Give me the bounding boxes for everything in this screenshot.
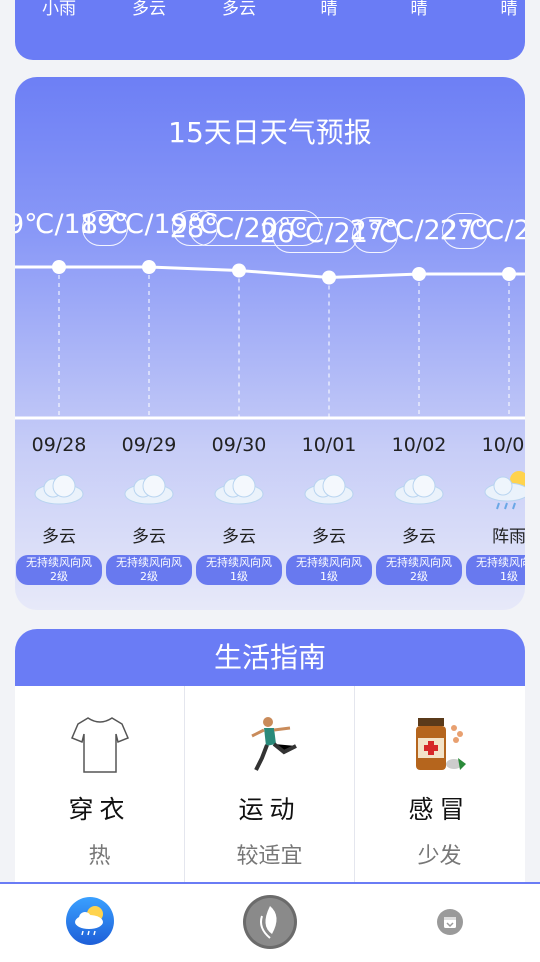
guide-value: 热: [88, 844, 111, 869]
wind-badge: 无持续风向风 2级: [106, 555, 192, 585]
day-date: 09/28: [31, 434, 87, 456]
temperature-trend-chart: [15, 260, 525, 420]
guide-value: 少发: [417, 844, 462, 869]
forecast-card[interactable]: 15天日天气预报 19℃/18℃ 19℃/19℃ 28℃/20℃ 26℃/21℃…: [15, 77, 525, 610]
temp-point: [502, 267, 516, 281]
wind-badge: 无持续风向风1级: [286, 555, 372, 585]
calendar-icon: [436, 909, 464, 940]
temp-point: [52, 260, 66, 274]
cloud-icon: [15, 468, 104, 508]
day-desc: 阵雨: [492, 527, 525, 547]
temp-point: [412, 267, 426, 281]
strip-label: 晴: [500, 0, 518, 19]
day-column[interactable]: 10/02 多云 无持续风向风 2级: [374, 432, 464, 585]
cloud-icon: [374, 468, 464, 508]
wind-badge: 无持续风向风 2级: [376, 555, 462, 585]
temp-point: [322, 270, 336, 285]
bottom-nav: [0, 882, 540, 962]
guide-title: 穿衣: [68, 795, 131, 824]
strip-label: 晴: [410, 0, 428, 19]
day-desc: 多云: [42, 527, 76, 547]
strip-label: 多云: [132, 0, 166, 19]
medicine-icon: [355, 714, 524, 776]
athlete-icon: [185, 714, 354, 776]
day-column[interactable]: 09/29 多云 无持续风向风 2级: [104, 432, 194, 585]
guide-value: 较适宜: [236, 844, 303, 869]
nav-life-button[interactable]: [242, 894, 298, 954]
day-column[interactable]: 10/03 阵雨 无持续风向风1级: [464, 432, 525, 585]
day-date: 10/02: [391, 434, 447, 456]
strip-label: 多云: [222, 0, 256, 19]
life-guide-title: 生活指南: [15, 629, 525, 686]
strip-label: 小雨: [42, 0, 76, 19]
shirt-icon: [15, 714, 184, 776]
guide-title: 感冒: [408, 795, 471, 824]
temp-label: 27℃/22℃: [439, 215, 525, 246]
temp-point: [232, 263, 246, 278]
hourly-strip-card: 小雨 多云 多云 晴 晴 晴: [15, 0, 525, 60]
strip-label: 晴: [320, 0, 338, 19]
wind-badge: 无持续风向风1级: [196, 555, 282, 585]
weather-icon: [65, 897, 115, 950]
day-desc: 多云: [402, 527, 436, 547]
nav-weather-button[interactable]: [65, 896, 115, 950]
day-date: 09/30: [211, 434, 267, 456]
shower-icon: [464, 468, 525, 510]
nav-calendar-button[interactable]: [436, 908, 464, 940]
day-desc: 多云: [312, 527, 346, 547]
life-guide-card: 生活指南 穿衣 热 运动 较适宜 感冒 少发: [15, 629, 525, 889]
guide-item-clothing[interactable]: 穿衣 热: [15, 686, 184, 889]
day-column[interactable]: 10/01 多云 无持续风向风 1级: [284, 432, 374, 585]
guide-item-sport[interactable]: 运动 较适宜: [185, 686, 354, 889]
cloud-icon: [284, 468, 374, 508]
cloud-icon: [104, 468, 194, 508]
day-date: 09/29: [121, 434, 177, 456]
leaf-icon: [242, 895, 298, 954]
day-desc: 多云: [132, 527, 166, 547]
day-date: 10/03: [481, 434, 525, 456]
day-column[interactable]: 09/30 多云 无持续风向风 1级: [194, 432, 284, 585]
day-date: 10/01: [301, 434, 357, 456]
guide-item-cold[interactable]: 感冒 少发: [355, 686, 524, 889]
cloud-icon: [194, 468, 284, 508]
wind-badge: 无持续风向风1级: [466, 555, 525, 585]
wind-badge: 无持续风向风 2级: [16, 555, 102, 585]
temp-point: [142, 260, 156, 274]
day-desc: 多云: [222, 527, 256, 547]
guide-title: 运动: [238, 795, 301, 824]
day-column[interactable]: 09/28 多云 无持续风向风 2级: [15, 432, 104, 585]
high-temp-line: [15, 265, 525, 280]
